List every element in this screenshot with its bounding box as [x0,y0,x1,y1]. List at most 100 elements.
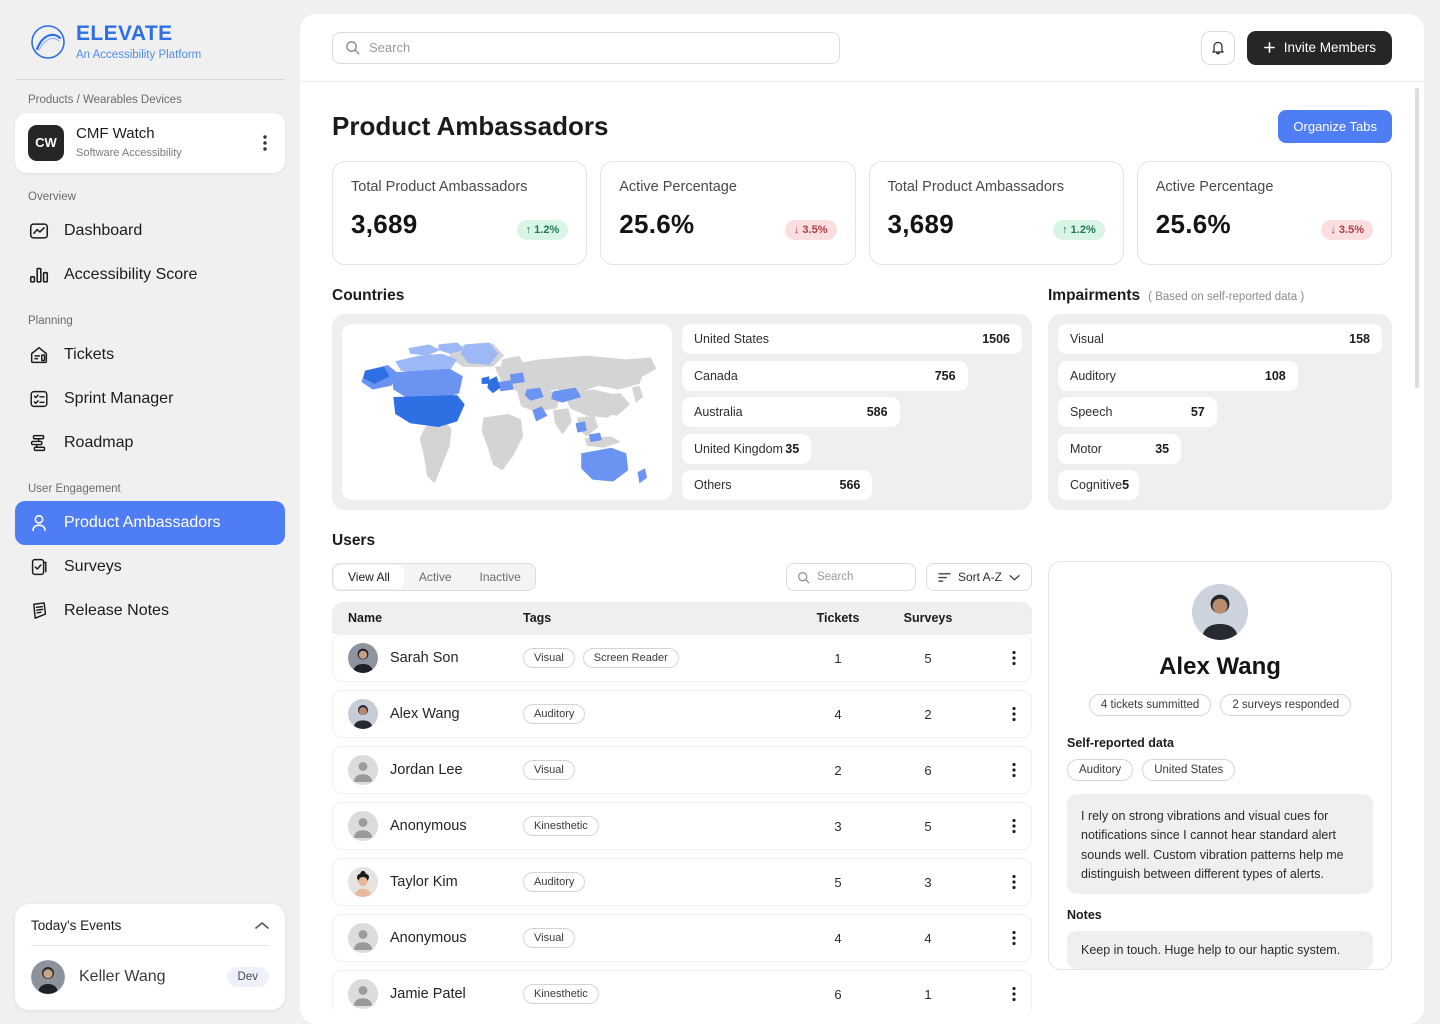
table-row[interactable]: Taylor Kim Auditory 5 3 [332,858,1032,906]
users-search-input[interactable] [817,571,905,583]
sidebar-item-label: Tickets [64,346,114,364]
bell-icon [1210,39,1226,56]
todays-events-header[interactable]: Today's Events [31,904,269,945]
sidebar-item-label: Release Notes [64,602,169,620]
user-name: Anonymous [390,930,467,946]
country-value: 1506 [982,332,1010,346]
row-more-icon[interactable] [973,762,1016,778]
filter-inactive[interactable]: Inactive [466,564,535,590]
row-more-icon[interactable] [973,650,1016,666]
stat-value: 25.6% [1156,209,1231,240]
users-filter-segmented: View All Active Inactive [332,563,536,591]
country-bar[interactable]: Canada 756 [682,361,968,391]
sidebar: ELEVATE An Accessibility Platform Produc… [0,0,300,1024]
impairments-title-row: Impairments ( Based on self-reported dat… [1048,287,1392,305]
brand[interactable]: ELEVATE An Accessibility Platform [15,0,285,79]
product-more-icon[interactable] [258,134,272,152]
top-actions: Invite Members [1201,31,1392,65]
sort-button[interactable]: Sort A-Z [926,563,1032,591]
ticket-icon [28,344,50,366]
impairment-bar[interactable]: Speech 57 [1058,397,1217,427]
countries-panel: United States 1506 Canada 756 Australia … [332,314,1032,510]
table-row[interactable]: Alex Wang Auditory 4 2 [332,690,1032,738]
sidebar-item-tickets[interactable]: Tickets [15,333,285,377]
users-and-detail: View All Active Inactive [332,561,1392,1024]
user-detail-card: Alex Wang 4 tickets summitted 2 surveys … [1048,561,1392,970]
nav-group-label-user-engagement: User Engagement [15,465,285,501]
country-bar[interactable]: Others 566 [682,470,872,500]
user-tickets: 1 [793,651,883,666]
user-name: Jamie Patel [390,986,466,1002]
survey-icon [28,556,50,578]
user-name: Alex Wang [390,706,460,722]
impairment-bar[interactable]: Auditory 108 [1058,361,1298,391]
user-name: Taylor Kim [390,874,458,890]
list-item[interactable]: Keller Wang Dev [31,946,269,1010]
table-row[interactable]: Sarah Son Visual Screen Reader 1 5 [332,634,1032,682]
impairment-value: 57 [1191,405,1205,419]
table-row[interactable]: Anonymous Kinesthetic 3 5 [332,802,1032,850]
table-row[interactable]: Anonymous Visual 4 4 [332,914,1032,962]
row-more-icon[interactable] [973,874,1016,890]
search-input[interactable] [369,40,827,55]
brand-subtitle: An Accessibility Platform [76,49,201,61]
content-scrollbar[interactable] [1415,88,1419,1016]
sidebar-item-sprint-manager[interactable]: Sprint Manager [15,377,285,421]
user-name: Anonymous [390,818,467,834]
stat-delta-badge: ↓ 3.5% [785,220,837,240]
row-more-icon[interactable] [973,986,1016,1002]
organize-tabs-button[interactable]: Organize Tabs [1278,110,1392,143]
country-bar[interactable]: United Kingdom 35 [682,434,811,464]
stat-delta-value: 3.5% [802,224,827,236]
stat-delta-value: 3.5% [1339,224,1364,236]
impairment-bar[interactable]: Motor 35 [1058,434,1181,464]
product-card-cmf-watch[interactable]: CW CMF Watch Software Accessibility [15,113,285,173]
product-name: CMF Watch [76,125,155,142]
avatar [1192,584,1248,640]
user-surveys: 6 [883,763,973,778]
scrollbar-thumb[interactable] [1415,88,1419,388]
users-search[interactable] [786,563,916,591]
sidebar-item-roadmap[interactable]: Roadmap [15,421,285,465]
users-title: Users [332,532,375,550]
user-tickets: 2 [793,763,883,778]
chevron-up-icon[interactable] [255,921,269,930]
filter-view-all[interactable]: View All [334,565,404,589]
user-tickets: 5 [793,875,883,890]
tag: Visual [523,760,575,780]
table-row[interactable]: Jamie Patel Kinesthetic 6 1 [332,970,1032,1018]
sidebar-item-product-ambassadors[interactable]: Product Ambassadors [15,501,285,545]
country-name: Canada [694,369,738,383]
users-header: Users [332,532,1392,550]
filter-active[interactable]: Active [405,564,466,590]
sidebar-item-surveys[interactable]: Surveys [15,545,285,589]
invite-members-button[interactable]: Invite Members [1247,31,1392,65]
impairment-bar[interactable]: Cognitive 5 [1058,470,1139,500]
impairment-value: 35 [1155,442,1169,456]
sidebar-item-release-notes[interactable]: Release Notes [15,589,285,633]
table-row[interactable]: Jordan Lee Visual 2 6 [332,746,1032,794]
user-surveys: 5 [883,651,973,666]
sidebar-item-dashboard[interactable]: Dashboard [15,209,285,253]
avatar [348,755,378,785]
notifications-button[interactable] [1201,31,1235,65]
tag: Kinesthetic [523,984,599,1004]
brand-title: ELEVATE [76,22,173,45]
impairment-bar[interactable]: Visual 158 [1058,324,1382,354]
stat-label: Active Percentage [619,179,836,195]
stat-value: 3,689 [888,209,955,240]
country-bar[interactable]: United States 1506 [682,324,1022,354]
sidebar-item-accessibility-score[interactable]: Accessibility Score [15,253,285,297]
user-surveys: 2 [883,707,973,722]
stat-label: Total Product Ambassadors [351,179,568,195]
country-bars: United States 1506 Canada 756 Australia … [682,324,1022,500]
country-bar[interactable]: Australia 586 [682,397,900,427]
row-more-icon[interactable] [973,818,1016,834]
row-more-icon[interactable] [973,930,1016,946]
global-search[interactable] [332,32,840,64]
user-tags: Visual [523,760,793,780]
row-more-icon[interactable] [973,706,1016,722]
country-name: Australia [694,405,743,419]
avatar [348,643,378,673]
user-icon [28,512,50,534]
